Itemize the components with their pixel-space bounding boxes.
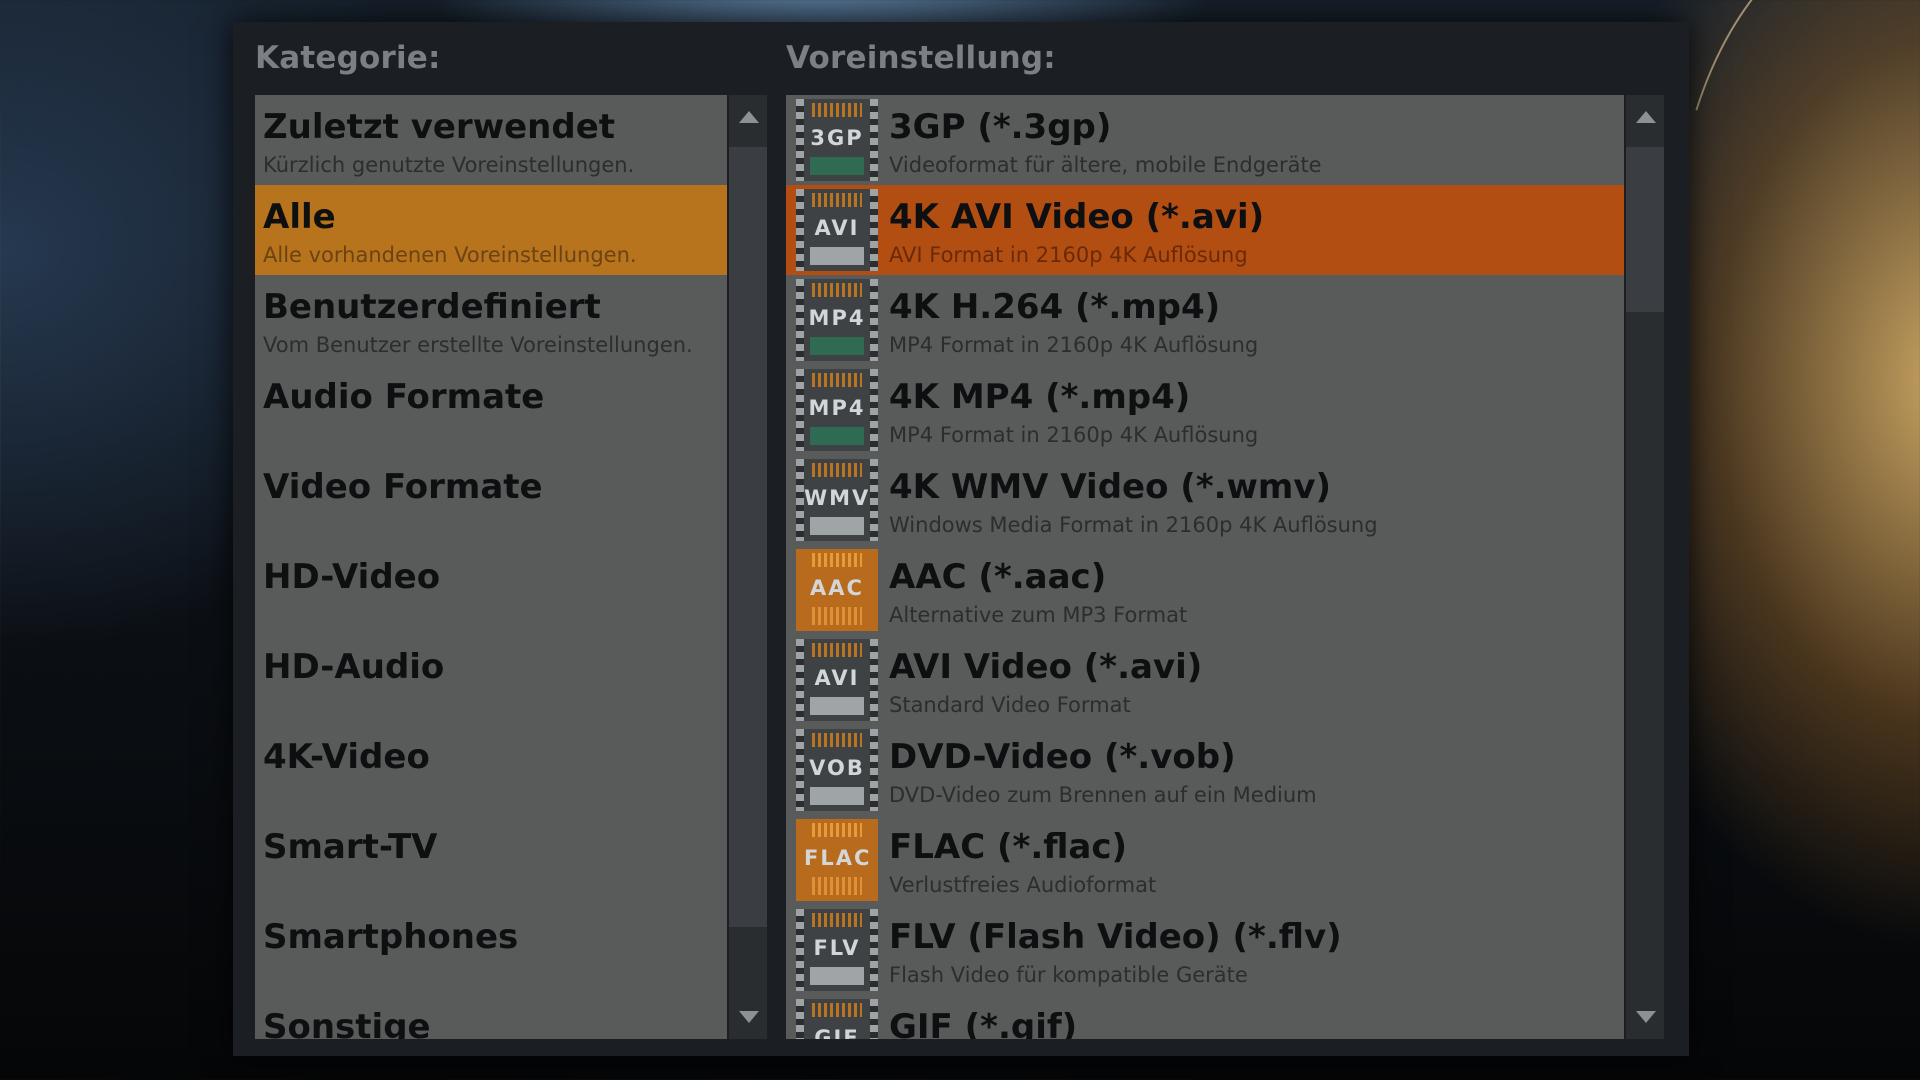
format-code: 3GP xyxy=(810,126,864,150)
category-label: Benutzerdefiniert xyxy=(263,287,601,327)
preset-item[interactable]: WMV 4K WMV Video (*.wmv) Windows Media For… xyxy=(786,455,1624,545)
preset-description: Alternative zum MP3 Format xyxy=(889,603,1188,627)
category-scroll-thumb[interactable] xyxy=(729,147,767,927)
category-item[interactable]: Smartphones xyxy=(255,905,727,995)
category-label: HD-Audio xyxy=(263,647,445,687)
preset-label: FLV (Flash Video) (*.flv) xyxy=(889,917,1342,957)
preset-label: AVI Video (*.avi) xyxy=(889,647,1203,687)
preset-label: AAC (*.aac) xyxy=(889,557,1107,597)
category-header: Kategorie: xyxy=(255,40,441,76)
video-wmv-icon: WMV xyxy=(796,459,878,541)
preset-dialog: Kategorie: Voreinstellung: Zuletzt verwe… xyxy=(233,22,1689,1056)
preset-scrollbar[interactable] xyxy=(1626,95,1664,1039)
preset-label: 4K MP4 (*.mp4) xyxy=(889,377,1191,417)
preset-label: GIF (*.gif) xyxy=(889,1007,1078,1039)
category-label: Alle xyxy=(263,197,336,237)
format-code: AVI xyxy=(814,216,860,240)
format-code: WMV xyxy=(804,486,871,510)
preset-description: Flash Video für kompatible Geräte xyxy=(889,963,1248,987)
category-label: Smartphones xyxy=(263,917,519,957)
video-gif-icon: GIF xyxy=(796,999,878,1039)
preset-label: FLAC (*.flac) xyxy=(889,827,1128,867)
category-item[interactable]: Alle Alle vorhandenen Voreinstellungen. xyxy=(255,185,727,275)
category-item[interactable]: Zuletzt verwendet Kürzlich genutzte Vorei… xyxy=(255,95,727,185)
preset-label: 3GP (*.3gp) xyxy=(889,107,1112,147)
category-description: Vom Benutzer erstellte Voreinstellungen. xyxy=(263,333,693,357)
category-item[interactable]: Sonstige xyxy=(255,995,727,1039)
preset-scroll-thumb[interactable] xyxy=(1626,147,1664,312)
format-code: AAC xyxy=(810,576,864,600)
preset-description: DVD-Video zum Brennen auf ein Medium xyxy=(889,783,1317,807)
category-scrollbar[interactable] xyxy=(729,95,767,1039)
scroll-down-arrow-icon[interactable] xyxy=(1636,1011,1656,1023)
audio-flac-icon: FLAC xyxy=(796,819,878,901)
preset-item[interactable]: AAC AAC (*.aac) Alternative zum MP3 Format xyxy=(786,545,1624,635)
format-code: AVI xyxy=(814,666,860,690)
category-label: HD-Video xyxy=(263,557,441,597)
category-label: Sonstige xyxy=(263,1007,431,1039)
format-code: VOB xyxy=(809,756,865,780)
video-vob-icon: VOB xyxy=(796,729,878,811)
preset-label: DVD-Video (*.vob) xyxy=(889,737,1236,777)
category-item[interactable]: HD-Audio xyxy=(255,635,727,725)
preset-item[interactable]: 3GP 3GP (*.3gp) Videoformat für ältere, mo… xyxy=(786,95,1624,185)
category-item[interactable]: 4K-Video xyxy=(255,725,727,815)
preset-list[interactable]: 3GP 3GP (*.3gp) Videoformat für ältere, mo… xyxy=(786,95,1624,1039)
preset-description: Windows Media Format in 2160p 4K Auflösu… xyxy=(889,513,1378,537)
preset-label: 4K H.264 (*.mp4) xyxy=(889,287,1221,327)
preset-item[interactable]: MP4 4K MP4 (*.mp4) MP4 Format in 2160p 4K … xyxy=(786,365,1624,455)
preset-description: MP4 Format in 2160p 4K Auflösung xyxy=(889,423,1259,447)
video-avi-icon: AVI xyxy=(796,189,878,271)
preset-description: Verlustfreies Audioformat xyxy=(889,873,1157,897)
category-item[interactable]: Smart-TV xyxy=(255,815,727,905)
preset-item[interactable]: AVI AVI Video (*.avi) Standard Video Forma… xyxy=(786,635,1624,725)
category-label: Video Formate xyxy=(263,467,543,507)
video-3gp-icon: 3GP xyxy=(796,99,878,181)
category-description: Alle vorhandenen Voreinstellungen. xyxy=(263,243,637,267)
category-description: Kürzlich genutzte Voreinstellungen. xyxy=(263,153,635,177)
format-code: GIF xyxy=(814,1026,860,1039)
category-label: Smart-TV xyxy=(263,827,438,867)
preset-item[interactable]: AVI 4K AVI Video (*.avi) AVI Format in 216… xyxy=(786,185,1624,275)
scroll-up-arrow-icon[interactable] xyxy=(739,111,759,123)
category-item[interactable]: Benutzerdefiniert Vom Benutzer erstellte … xyxy=(255,275,727,365)
scroll-down-arrow-icon[interactable] xyxy=(739,1011,759,1023)
format-code: MP4 xyxy=(808,306,866,330)
audio-aac-icon: AAC xyxy=(796,549,878,631)
scroll-up-arrow-icon[interactable] xyxy=(1636,111,1656,123)
category-label: Audio Formate xyxy=(263,377,545,417)
preset-description: AVI Format in 2160p 4K Auflösung xyxy=(889,243,1248,267)
format-code: MP4 xyxy=(808,396,866,420)
category-label: 4K-Video xyxy=(263,737,430,777)
preset-description: Standard Video Format xyxy=(889,693,1131,717)
preset-item[interactable]: GIF GIF (*.gif) xyxy=(786,995,1624,1039)
preset-label: 4K AVI Video (*.avi) xyxy=(889,197,1265,237)
category-item[interactable]: Video Formate xyxy=(255,455,727,545)
video-flv-icon: FLV xyxy=(796,909,878,991)
video-mp4-icon: MP4 xyxy=(796,369,878,451)
format-code: FLAC xyxy=(804,846,872,870)
category-label: Zuletzt verwendet xyxy=(263,107,616,147)
preset-item[interactable]: MP4 4K H.264 (*.mp4) MP4 Format in 2160p 4… xyxy=(786,275,1624,365)
preset-label: 4K WMV Video (*.wmv) xyxy=(889,467,1332,507)
preset-item[interactable]: VOB DVD-Video (*.vob) DVD-Video zum Brenne… xyxy=(786,725,1624,815)
category-item[interactable]: HD-Video xyxy=(255,545,727,635)
preset-item[interactable]: FLV FLV (Flash Video) (*.flv) Flash Video … xyxy=(786,905,1624,995)
preset-description: Videoformat für ältere, mobile Endgeräte xyxy=(889,153,1322,177)
preset-description: MP4 Format in 2160p 4K Auflösung xyxy=(889,333,1259,357)
category-list[interactable]: Zuletzt verwendet Kürzlich genutzte Vorei… xyxy=(255,95,727,1039)
preset-item[interactable]: FLAC FLAC (*.flac) Verlustfreies Audioform… xyxy=(786,815,1624,905)
preset-header: Voreinstellung: xyxy=(786,40,1056,76)
video-avi-icon: AVI xyxy=(796,639,878,721)
format-code: FLV xyxy=(813,936,861,960)
category-item[interactable]: Audio Formate xyxy=(255,365,727,455)
video-mp4-icon: MP4 xyxy=(796,279,878,361)
